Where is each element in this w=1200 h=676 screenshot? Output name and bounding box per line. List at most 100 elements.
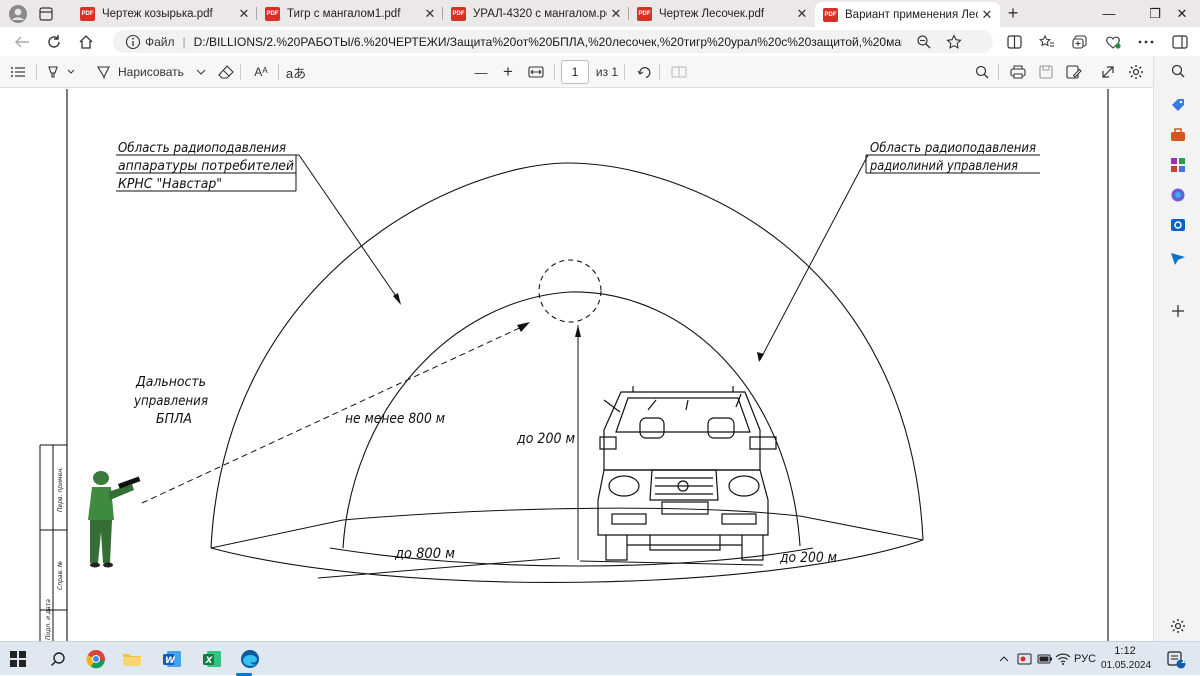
zoom-in-button[interactable]: + <box>497 56 519 88</box>
tag-icon <box>1171 99 1184 111</box>
home-button[interactable] <box>70 27 102 56</box>
collections-icon <box>1072 34 1087 49</box>
label-control-box: Область радиоподавления радиолиний управ… <box>865 141 1040 174</box>
favorites-button[interactable] <box>1031 27 1063 56</box>
sidebar-add-button[interactable] <box>1154 298 1200 324</box>
back-button[interactable] <box>6 27 38 56</box>
pdf-toolbar: Нарисовать Aᴬ aあ — + 1 из 1 <box>0 56 1153 88</box>
profile-avatar[interactable] <box>0 0 36 27</box>
draw-button[interactable]: Нарисовать <box>96 56 206 88</box>
sidebar-tools-button[interactable] <box>1154 122 1200 148</box>
sidebar-games-button[interactable] <box>1154 152 1200 178</box>
pdf-document-area[interactable]: Перв. примен. Справ. № Подп. и дата Обла… <box>0 89 1153 641</box>
sidebar-shopping-button[interactable] <box>1154 92 1200 118</box>
toolbar-divider <box>659 64 660 80</box>
fit-page-button[interactable] <box>524 56 548 88</box>
page-view-button[interactable] <box>668 56 690 88</box>
sidebar-send-button[interactable] <box>1154 246 1200 272</box>
tab-close-button[interactable]: ✕ <box>793 6 811 22</box>
browser-essentials-button[interactable] <box>1097 27 1129 56</box>
clock-time[interactable]: 1:12 <box>1104 645 1146 657</box>
clock-date[interactable]: 01.05.2024 <box>1100 660 1152 671</box>
close-window-button[interactable]: ✕ <box>1164 0 1200 27</box>
label-consumers-line2: аппаратуры потребителей <box>118 159 294 174</box>
battery-icon <box>1037 654 1052 664</box>
sidebar-settings-button[interactable] <box>1154 613 1200 639</box>
copilot-button[interactable] <box>1164 27 1196 56</box>
rotate-button[interactable] <box>633 56 655 88</box>
open-full-button[interactable] <box>1096 56 1120 88</box>
taskbar-chrome[interactable] <box>80 642 112 676</box>
notifications-button[interactable]: 1 <box>1160 642 1192 676</box>
chrome-icon <box>86 650 105 669</box>
taskbar-file-explorer[interactable] <box>116 642 148 676</box>
tab-close-button[interactable]: ✕ <box>978 7 996 23</box>
read-aloud-button[interactable]: aあ <box>284 56 308 88</box>
taskbar-search-button[interactable] <box>42 642 74 676</box>
tab-3[interactable]: PDF УРАЛ-4320 с мангалом.pdf ✕ <box>443 0 629 27</box>
tab-5-active[interactable]: PDF Вариант применения Лесочка.pdf ✕ <box>815 2 1000 27</box>
language-indicator[interactable]: РУС <box>1072 642 1098 676</box>
tab-1[interactable]: PDF Чертеж козырька.pdf ✕ <box>72 0 257 27</box>
toolbox-icon <box>1170 128 1185 141</box>
toolbar-divider <box>36 64 37 80</box>
tray-wifi-icon[interactable] <box>1054 642 1072 676</box>
save-as-button[interactable] <box>1062 56 1086 88</box>
frame-label-first-use: Перв. примен. <box>57 467 64 512</box>
sidebar-outlook-button[interactable] <box>1154 212 1200 238</box>
taskbar-word[interactable]: W <box>156 642 188 676</box>
split-screen-button[interactable] <box>998 27 1030 56</box>
rotate-icon <box>637 67 651 79</box>
text-size-button[interactable]: Aᴬ <box>248 56 274 88</box>
sidebar-search-button[interactable] <box>1154 58 1200 84</box>
toolbar-divider <box>998 64 999 80</box>
tab-close-button[interactable]: ✕ <box>235 6 253 22</box>
taskbar-excel[interactable]: X <box>196 642 228 676</box>
pdf-icon: PDF <box>451 6 466 21</box>
search-icon <box>975 65 989 79</box>
highlight-button[interactable] <box>44 56 80 88</box>
pdf-settings-button[interactable] <box>1124 56 1148 88</box>
find-button[interactable] <box>970 56 994 88</box>
start-button[interactable] <box>2 642 34 676</box>
zoom-out-button[interactable]: — <box>470 56 492 88</box>
radius-arrow-right <box>579 560 764 566</box>
sidebar-copilot-button[interactable] <box>1154 182 1200 208</box>
tab-close-button[interactable]: ✕ <box>607 6 625 22</box>
new-tab-button[interactable]: + <box>1000 3 1026 24</box>
workspaces-button[interactable] <box>36 0 56 27</box>
refresh-button[interactable] <box>38 27 70 56</box>
zoom-icon[interactable] <box>916 34 932 50</box>
tray-battery-icon[interactable] <box>1036 642 1054 676</box>
save-button[interactable] <box>1034 56 1058 88</box>
eraser-icon <box>218 65 234 79</box>
collections-button[interactable] <box>1064 27 1096 56</box>
settings-more-button[interactable] <box>1130 27 1162 56</box>
toolbar-divider <box>240 64 241 80</box>
address-bar[interactable]: Файл | D:/BILLIONS/2.%20РАБОТЫ/6.%20ЧЕРТ… <box>113 30 993 53</box>
minimize-button[interactable]: — <box>1086 0 1132 27</box>
label-control-line2: радиолиний управления <box>869 159 1018 174</box>
tab-2[interactable]: PDF Тигр с мангалом1.pdf ✕ <box>257 0 443 27</box>
pdf-icon: PDF <box>637 6 652 21</box>
tab-close-button[interactable]: ✕ <box>421 6 439 22</box>
tab-4[interactable]: PDF Чертеж Лесочек.pdf ✕ <box>629 0 815 27</box>
vehicle-front-view <box>597 386 777 561</box>
pdf-icon: PDF <box>265 6 280 21</box>
erase-button[interactable] <box>214 56 238 88</box>
favorite-star-icon[interactable] <box>945 33 962 50</box>
tray-recording-icon[interactable] <box>1014 642 1036 676</box>
workspaces-icon <box>39 6 53 21</box>
taskbar-edge[interactable] <box>234 642 266 676</box>
label-height-200: до 200 м <box>516 431 575 447</box>
contents-button[interactable] <box>6 56 30 88</box>
tray-overflow-chevron[interactable] <box>996 642 1012 676</box>
windows-logo-icon <box>10 651 26 667</box>
label-consumers-line1: Область радиоподавления <box>118 141 286 156</box>
page-number-input[interactable]: 1 <box>561 60 589 84</box>
print-button[interactable] <box>1006 56 1030 88</box>
frame-label-ref-no: Справ. № <box>57 561 64 590</box>
url-divider: | <box>182 34 186 49</box>
url-text[interactable]: D:/BILLIONS/2.%20РАБОТЫ/6.%20ЧЕРТЕЖИ/Защ… <box>194 35 902 49</box>
site-info-label[interactable]: Файл <box>145 35 175 49</box>
